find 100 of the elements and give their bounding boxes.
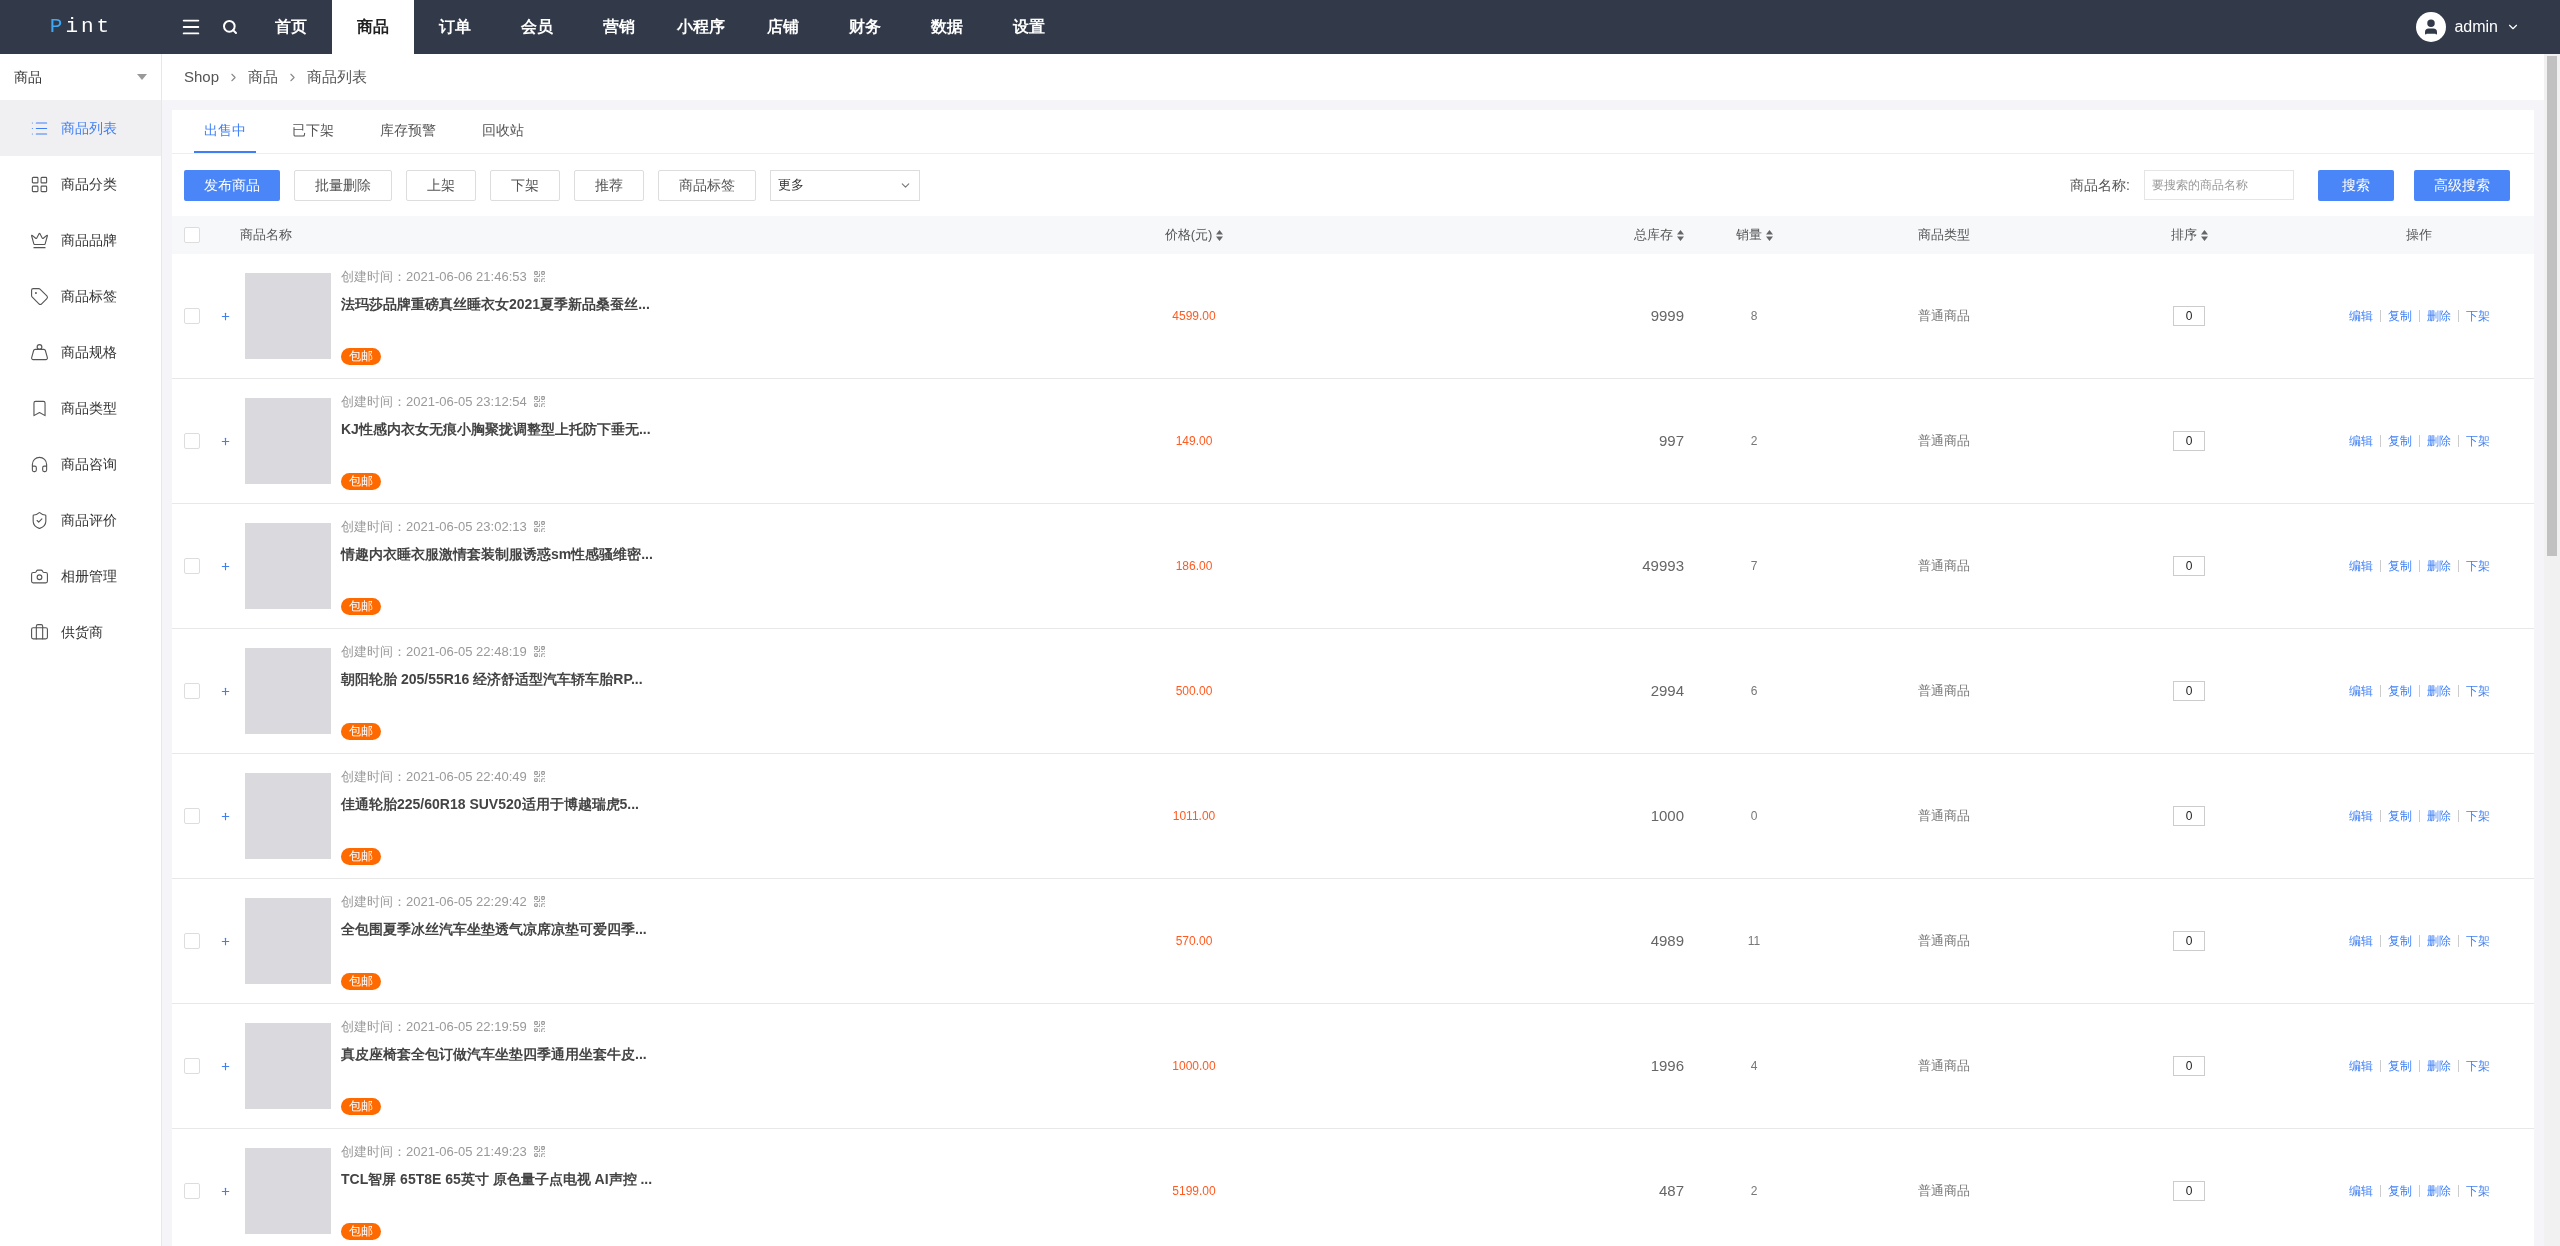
- nav-tab[interactable]: 会员: [496, 0, 578, 54]
- nav-tab[interactable]: 财务: [824, 0, 906, 54]
- qr-code-icon[interactable]: [532, 1145, 546, 1159]
- action-link[interactable]: 编辑: [2348, 682, 2373, 700]
- search-icon[interactable]: [222, 19, 238, 35]
- expand-icon[interactable]: [220, 1185, 231, 1197]
- action-link[interactable]: 删除: [2426, 682, 2451, 700]
- more-select[interactable]: 更多: [770, 169, 920, 201]
- sidebar-item[interactable]: 商品标签: [0, 268, 161, 324]
- action-link[interactable]: 删除: [2426, 432, 2451, 450]
- action-link[interactable]: 复制: [2387, 1057, 2412, 1075]
- expand-icon[interactable]: [220, 810, 231, 822]
- product-title[interactable]: 佳通轮胎225/60R18 SUV520适用于博越瑞虎5...: [341, 793, 639, 815]
- sidebar-item[interactable]: 商品分类: [0, 156, 161, 212]
- nav-tab[interactable]: 营销: [578, 0, 660, 54]
- product-title[interactable]: 真皮座椅套全包订做汽车坐垫四季通用坐套牛皮...: [341, 1043, 647, 1065]
- checkbox[interactable]: [184, 227, 200, 243]
- product-title[interactable]: 朝阳轮胎 205/55R16 经济舒适型汽车轿车胎RP...: [341, 668, 643, 690]
- avatar-icon[interactable]: [2416, 12, 2447, 42]
- action-link[interactable]: 删除: [2426, 807, 2451, 825]
- breadcrumb-link[interactable]: 商品列表: [307, 65, 368, 89]
- nav-tab[interactable]: 数据: [906, 0, 988, 54]
- sort-icon[interactable]: [1765, 229, 1773, 241]
- expand-icon[interactable]: [220, 935, 231, 947]
- action-link[interactable]: 下架: [2465, 557, 2490, 575]
- nav-tab[interactable]: 订单: [414, 0, 496, 54]
- toolbar-button[interactable]: 批量删除: [294, 169, 392, 201]
- checkbox[interactable]: [184, 1183, 200, 1199]
- qr-code-icon[interactable]: [532, 770, 546, 784]
- checkbox[interactable]: [184, 1058, 200, 1074]
- sort-input[interactable]: 0: [2173, 431, 2205, 451]
- sort-icon[interactable]: [1216, 229, 1224, 241]
- expand-icon[interactable]: [220, 685, 231, 697]
- breadcrumb-link[interactable]: Shop: [184, 65, 220, 89]
- checkbox[interactable]: [184, 933, 200, 949]
- search-field[interactable]: 要搜索的商品名称: [2144, 170, 2294, 200]
- expand-icon[interactable]: [220, 1060, 231, 1072]
- action-link[interactable]: 编辑: [2348, 307, 2373, 325]
- checkbox[interactable]: [184, 558, 200, 574]
- action-link[interactable]: 编辑: [2348, 1057, 2373, 1075]
- nav-tab[interactable]: 首页: [250, 0, 332, 54]
- caret-icon[interactable]: [137, 74, 147, 80]
- sidebar-item[interactable]: 商品咨询: [0, 436, 161, 492]
- tab[interactable]: 已下架: [282, 110, 344, 153]
- action-link[interactable]: 复制: [2387, 307, 2412, 325]
- checkbox[interactable]: [184, 683, 200, 699]
- product-title[interactable]: 全包围夏季冰丝汽车坐垫透气凉席凉垫可爱四季...: [341, 918, 647, 940]
- toolbar-button[interactable]: 商品标签: [658, 169, 756, 201]
- qr-code-icon[interactable]: [532, 520, 546, 534]
- action-link[interactable]: 编辑: [2348, 557, 2373, 575]
- action-link[interactable]: 下架: [2465, 932, 2490, 950]
- toolbar-button[interactable]: 推荐: [574, 169, 644, 201]
- action-link[interactable]: 下架: [2465, 682, 2490, 700]
- sidebar-header[interactable]: 商品: [0, 54, 161, 100]
- action-link[interactable]: 删除: [2426, 1182, 2451, 1200]
- expand-icon[interactable]: [220, 560, 231, 572]
- action-link[interactable]: 下架: [2465, 1182, 2490, 1200]
- action-link[interactable]: 复制: [2387, 432, 2412, 450]
- sort-input[interactable]: 0: [2173, 556, 2205, 576]
- tab[interactable]: 库存预警: [370, 110, 446, 153]
- action-link[interactable]: 删除: [2426, 557, 2451, 575]
- sort-input[interactable]: 0: [2173, 806, 2205, 826]
- action-link[interactable]: 复制: [2387, 682, 2412, 700]
- sidebar-item[interactable]: 商品品牌: [0, 212, 161, 268]
- user-name[interactable]: admin: [2454, 15, 2498, 39]
- product-title[interactable]: TCL智屏 65T8E 65英寸 原色量子点电视 AI声控 ...: [341, 1168, 653, 1190]
- action-link[interactable]: 编辑: [2348, 807, 2373, 825]
- action-link[interactable]: 删除: [2426, 932, 2451, 950]
- sort-input[interactable]: 0: [2173, 1181, 2205, 1201]
- breadcrumb-link[interactable]: 商品: [248, 65, 279, 89]
- checkbox[interactable]: [184, 308, 200, 324]
- checkbox[interactable]: [184, 433, 200, 449]
- product-title[interactable]: KJ性感内衣女无痕小胸聚拢调整型上托防下垂无...: [341, 418, 651, 440]
- action-link[interactable]: 删除: [2426, 1057, 2451, 1075]
- action-link[interactable]: 复制: [2387, 932, 2412, 950]
- sidebar-item[interactable]: 供货商: [0, 604, 161, 660]
- sidebar-item[interactable]: 相册管理: [0, 548, 161, 604]
- sort-input[interactable]: 0: [2173, 306, 2205, 326]
- nav-tab[interactable]: 小程序: [660, 0, 742, 54]
- action-link[interactable]: 编辑: [2348, 432, 2373, 450]
- action-link[interactable]: 编辑: [2348, 932, 2373, 950]
- toolbar-button[interactable]: 上架: [406, 169, 476, 201]
- product-title[interactable]: 情趣内衣睡衣服激情套装制服诱惑sm性感骚维密...: [341, 543, 653, 565]
- qr-code-icon[interactable]: [532, 1020, 546, 1034]
- nav-tab[interactable]: 设置: [988, 0, 1070, 54]
- action-link[interactable]: 下架: [2465, 1057, 2490, 1075]
- tab[interactable]: 出售中: [194, 110, 256, 153]
- checkbox[interactable]: [184, 808, 200, 824]
- sidebar-item[interactable]: 商品规格: [0, 324, 161, 380]
- sort-input[interactable]: 0: [2173, 1056, 2205, 1076]
- action-link[interactable]: 复制: [2387, 1182, 2412, 1200]
- toolbar-button[interactable]: 下架: [490, 169, 560, 201]
- action-link[interactable]: 删除: [2426, 307, 2451, 325]
- sort-icon[interactable]: [2200, 229, 2208, 241]
- action-link[interactable]: 下架: [2465, 307, 2490, 325]
- action-link[interactable]: 编辑: [2348, 1182, 2373, 1200]
- sort-icon[interactable]: [1677, 229, 1684, 241]
- sidebar-item[interactable]: 商品类型: [0, 380, 161, 436]
- nav-tab[interactable]: 店铺: [742, 0, 824, 54]
- qr-code-icon[interactable]: [532, 645, 546, 659]
